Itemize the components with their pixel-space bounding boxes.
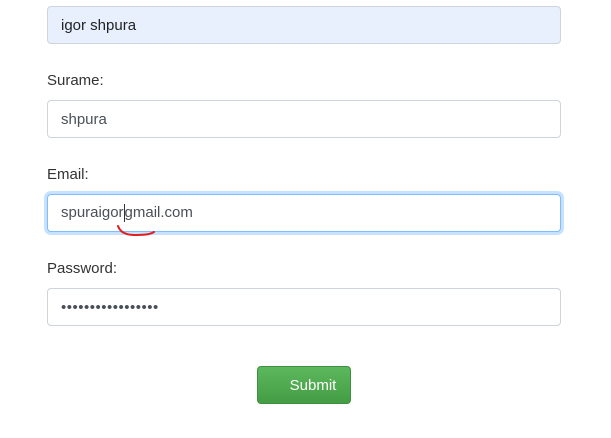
password-input[interactable]: ••••••••••••••••• (47, 288, 561, 326)
email-label: Email: (47, 166, 89, 183)
email-text-after-caret: gmail.com (124, 203, 193, 221)
surname-label: Surame: (47, 72, 104, 89)
registration-form: igor shpura Surame: shpura Email: spurai… (0, 0, 611, 438)
spelling-annotation-mark (117, 225, 155, 237)
password-label: Password: (47, 260, 118, 277)
email-input-text: spuraigorgmail.com (61, 203, 193, 223)
name-input-value: igor shpura (61, 16, 137, 34)
submit-button-label: Submit (289, 376, 337, 394)
surname-input-value: shpura (61, 110, 107, 128)
password-input-value: ••••••••••••••••• (61, 298, 159, 316)
surname-input[interactable]: shpura (47, 100, 561, 138)
email-text-before-caret: spuraigor (61, 203, 124, 221)
submit-button[interactable]: Submit (257, 366, 351, 404)
name-input[interactable]: igor shpura (47, 6, 561, 44)
